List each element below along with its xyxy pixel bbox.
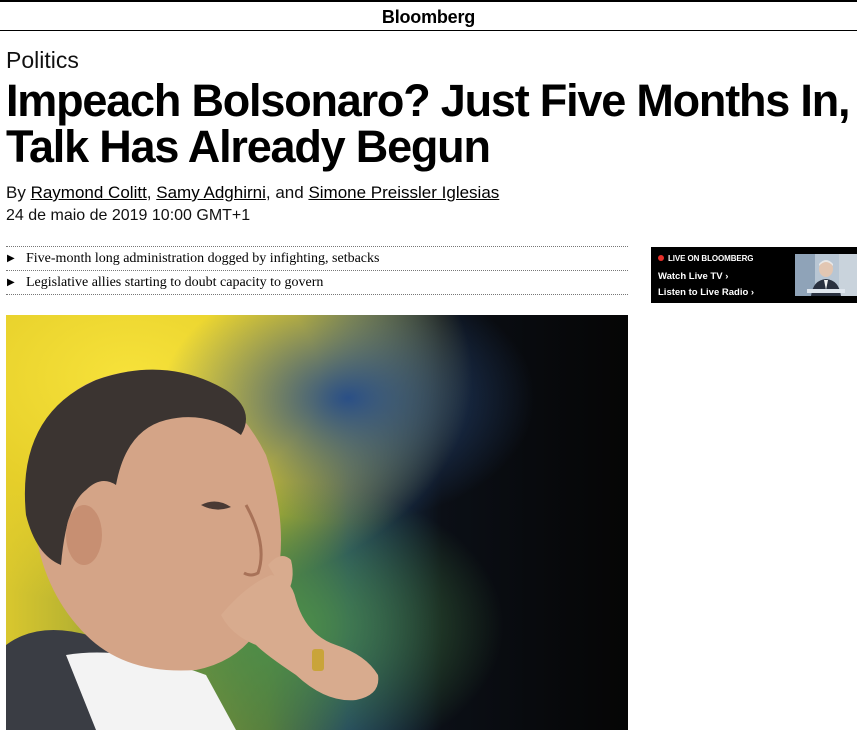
watch-live-tv-label: Watch Live TV xyxy=(658,271,723,282)
live-heading-text: LIVE ON BLOOMBERG xyxy=(668,254,754,263)
article-abstract: ▶ Five-month long administration dogged … xyxy=(6,246,628,295)
publish-date: 24 de maio de 2019 10:00 GMT+1 xyxy=(6,207,251,224)
article-headline: Impeach Bolsonaro? Just Five Months In, … xyxy=(6,75,851,172)
chevron-right-icon: › xyxy=(750,287,755,298)
bloomberg-logo[interactable]: Bloomberg xyxy=(0,7,857,28)
chevron-right-icon: › xyxy=(725,271,729,282)
site-header: Bloomberg xyxy=(0,0,857,31)
author-link-samy-adghirni[interactable]: Samy Adghirni xyxy=(156,183,266,202)
triangle-right-icon: ▶ xyxy=(7,253,15,264)
byline-prefix: By xyxy=(6,183,26,202)
article-hero-photo xyxy=(6,315,628,730)
section-link-politics[interactable]: Politics xyxy=(6,47,79,74)
author-link-raymond-colitt[interactable]: Raymond Colitt xyxy=(31,183,147,202)
live-dot-icon xyxy=(658,255,664,261)
live-on-bloomberg-widget[interactable]: LIVE ON BLOOMBERG Watch Live TV › Listen… xyxy=(651,247,857,303)
byline: By Raymond Colitt, Samy Adghirni, and Si… xyxy=(6,183,499,203)
live-heading: LIVE ON BLOOMBERG xyxy=(658,254,754,263)
abstract-item: ▶ Legislative allies starting to doubt c… xyxy=(6,271,628,295)
byline-separator: , xyxy=(146,183,152,202)
abstract-item: ▶ Five-month long administration dogged … xyxy=(6,247,628,271)
live-tv-thumbnail[interactable] xyxy=(795,254,857,296)
abstract-text: Legislative allies starting to doubt cap… xyxy=(26,275,324,290)
byline-separator: , and xyxy=(265,183,304,202)
triangle-right-icon: ▶ xyxy=(7,277,15,288)
watch-live-tv-link[interactable]: Watch Live TV › xyxy=(658,271,728,282)
abstract-text: Five-month long administration dogged by… xyxy=(26,251,380,266)
listen-live-radio-label: Listen to Live Radio xyxy=(658,287,749,298)
author-link-simone-preissler-iglesias[interactable]: Simone Preissler Iglesias xyxy=(308,183,499,202)
listen-live-radio-link[interactable]: Listen to Live Radio › xyxy=(658,287,754,298)
